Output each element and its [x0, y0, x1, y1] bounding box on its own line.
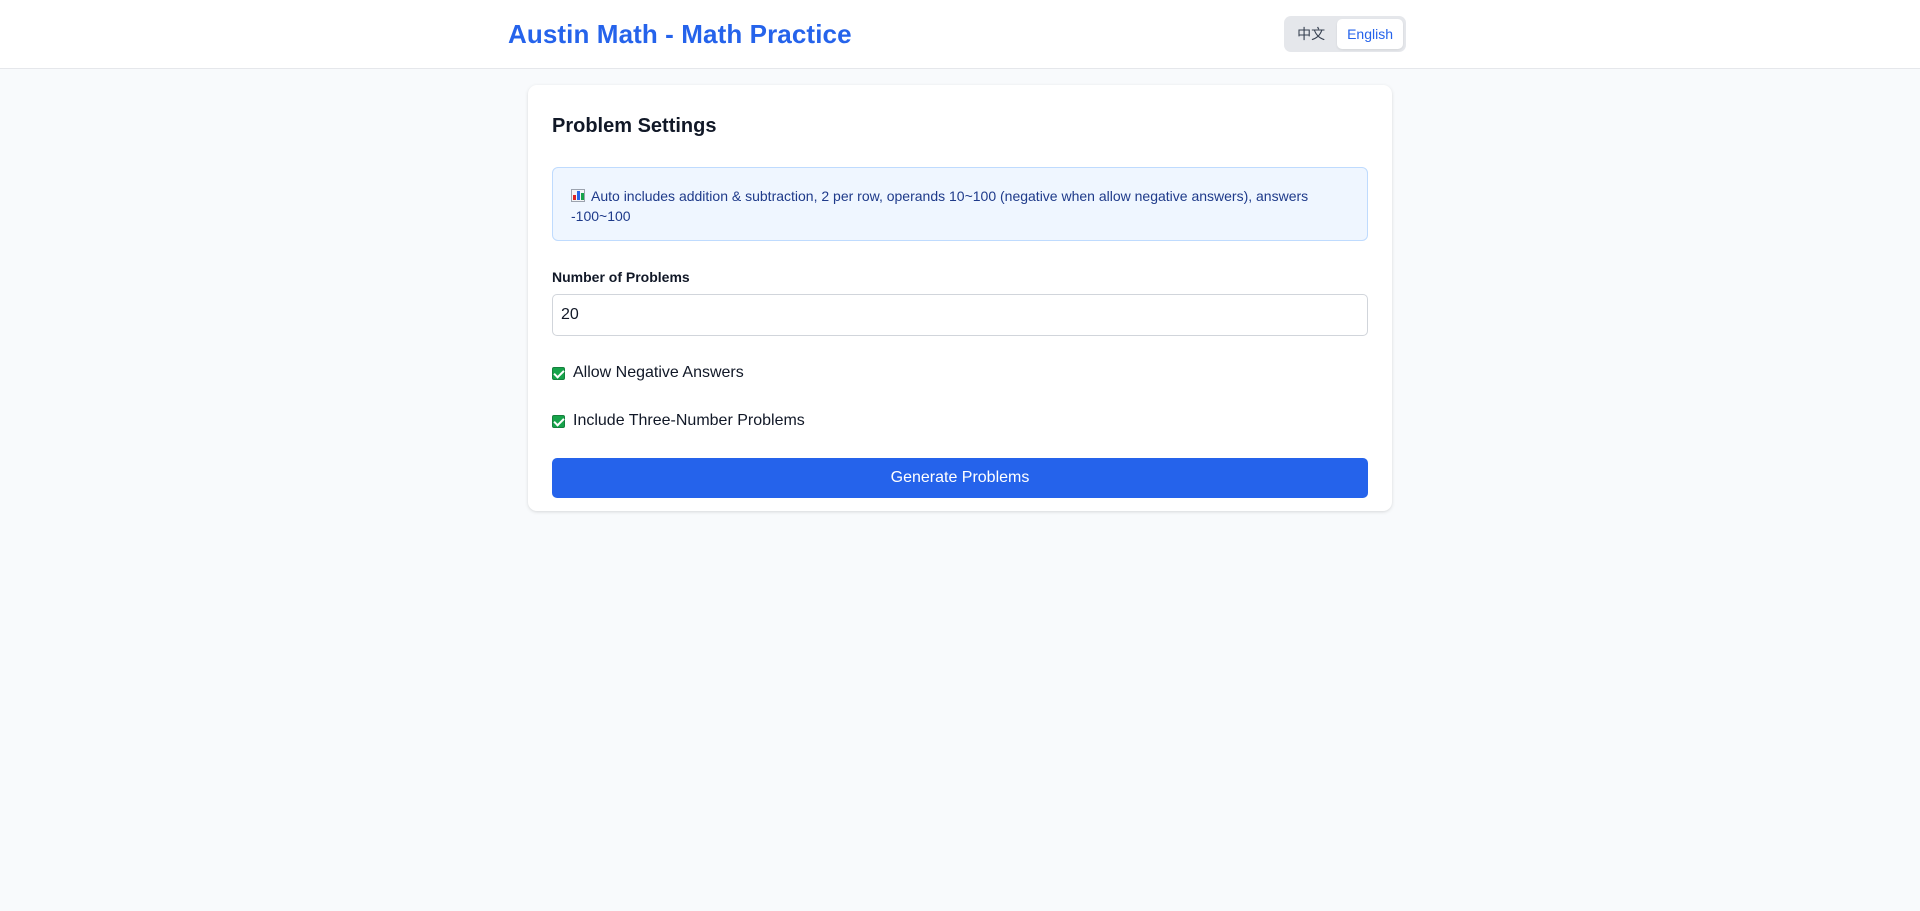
info-text: Auto includes addition & subtraction, 2 … [571, 188, 1309, 224]
app-title: Austin Math - Math Practice [508, 18, 852, 49]
allow-negative-label: Allow Negative Answers [573, 364, 744, 381]
allow-negative-option[interactable]: Allow Negative Answers [552, 362, 1368, 384]
allow-negative-checkbox[interactable] [552, 366, 565, 380]
generate-problems-button[interactable]: Generate Problems [552, 458, 1368, 498]
header-inner: Austin Math - Math Practice 中文 English [508, 0, 1406, 68]
three-number-label: Include Three-Number Problems [573, 412, 805, 429]
three-number-option[interactable]: Include Three-Number Problems [552, 410, 1368, 432]
problem-count-input[interactable] [552, 294, 1368, 336]
three-number-checkbox[interactable] [552, 414, 565, 428]
problem-count-label: Number of Problems [552, 269, 690, 285]
language-switcher: 中文 English [1284, 16, 1406, 52]
language-option-chinese[interactable]: 中文 [1287, 19, 1335, 49]
problem-settings-card: Problem Settings Auto includes addition … [528, 85, 1392, 511]
info-box: Auto includes addition & subtraction, 2 … [552, 167, 1368, 241]
bar-chart-icon [571, 189, 585, 202]
language-option-english[interactable]: English [1337, 19, 1403, 49]
settings-title: Problem Settings [552, 115, 717, 137]
app-header: Austin Math - Math Practice 中文 English [0, 0, 1920, 69]
